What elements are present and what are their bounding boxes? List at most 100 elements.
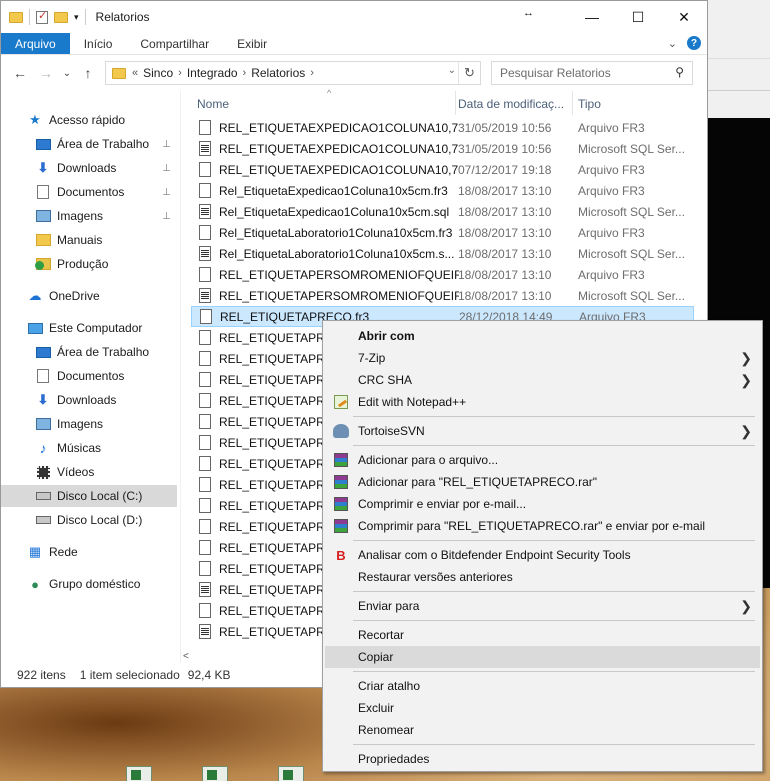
minimize-button[interactable]: — bbox=[569, 1, 615, 33]
file-icon bbox=[199, 540, 211, 555]
column-date[interactable]: Data de modificaç... bbox=[458, 97, 564, 111]
menu-item-label: Adicionar para "REL_ETIQUETAPRECO.rar" bbox=[358, 475, 598, 489]
menu-item-tortoisesvn[interactable]: TortoiseSVN ❯ bbox=[325, 420, 760, 442]
sidebar-item[interactable]: Manuais bbox=[1, 229, 177, 251]
menu-separator bbox=[353, 671, 755, 672]
new-folder-icon[interactable] bbox=[54, 11, 68, 23]
sidebar-item[interactable]: Imagens bbox=[1, 413, 177, 435]
chevron-right-icon[interactable]: › bbox=[310, 67, 314, 79]
winrar-icon bbox=[333, 474, 349, 490]
menu-separator bbox=[353, 540, 755, 541]
desktop-file-icon[interactable] bbox=[126, 766, 152, 781]
pin-icon: ⊥ bbox=[162, 138, 171, 150]
sidebar-item[interactable]: Disco Local (C:) bbox=[1, 485, 177, 507]
sidebar-item[interactable]: Imagens ⊥ bbox=[1, 205, 177, 227]
sidebar-item[interactable]: Área de Trabalho ⊥ bbox=[1, 133, 177, 155]
sidebar-item[interactable]: ▦ Rede bbox=[1, 541, 177, 563]
file-row[interactable]: Rel_EtiquetaExpedicao1Coluna10x5cm.fr3 18… bbox=[191, 180, 694, 201]
menu-item-edit-with-notepad[interactable]: Edit with Notepad++ bbox=[325, 391, 760, 413]
customize-dropdown-icon[interactable]: ▾ bbox=[74, 12, 79, 23]
sidebar-item-label: Área de Trabalho bbox=[57, 137, 150, 151]
selection-size: 92,4 KB bbox=[187, 668, 231, 682]
menu-item-comprimir-para-rel-etiquetapreco-rar-e-e[interactable]: Comprimir para "REL_ETIQUETAPRECO.rar" e… bbox=[325, 515, 760, 537]
sql-file-icon bbox=[199, 582, 211, 597]
refresh-button[interactable]: ↻ bbox=[458, 62, 480, 84]
breadcrumb-integrado[interactable]: Integrado bbox=[182, 66, 243, 80]
column-name[interactable]: Nome bbox=[197, 97, 229, 111]
scroll-left-icon[interactable]: < bbox=[183, 651, 189, 662]
breadcrumb-relatorios[interactable]: Relatorios bbox=[246, 66, 310, 80]
menu-item-abrir-com[interactable]: Abrir com bbox=[325, 325, 760, 347]
selection-count: 1 item selecionado bbox=[79, 668, 180, 682]
file-icon bbox=[199, 456, 211, 471]
menu-item-crc-sha[interactable]: CRC SHA ❯ bbox=[325, 369, 760, 391]
address-dropdown-icon[interactable]: ⌄ bbox=[448, 65, 456, 76]
music-icon: ♪ bbox=[39, 440, 47, 456]
menu-item-adicionar-para-o-arquivo[interactable]: Adicionar para o arquivo... bbox=[325, 449, 760, 471]
sidebar-item[interactable]: ⬇ Downloads ⊥ bbox=[1, 157, 177, 179]
desktop-file-icon[interactable] bbox=[278, 766, 304, 781]
address-bar[interactable]: « Sinco › Integrado › Relatorios › ⌄ ↻ bbox=[105, 61, 481, 85]
search-icon[interactable]: ⚲ bbox=[675, 65, 684, 79]
menu-item-renomear[interactable]: Renomear bbox=[325, 719, 760, 741]
menu-item-restaurar-vers-es-anteriores[interactable]: Restaurar versões anteriores bbox=[325, 566, 760, 588]
sidebar-item[interactable]: Área de Trabalho bbox=[1, 341, 177, 363]
title-bar[interactable]: ▾ Relatorios ↔ — ☐ ✕ bbox=[1, 1, 707, 33]
menu-item-recortar[interactable]: Recortar bbox=[325, 624, 760, 646]
sidebar-item[interactable]: ☁ OneDrive bbox=[1, 285, 177, 307]
sidebar-item[interactable]: Disco Local (D:) bbox=[1, 509, 177, 531]
menu-item-enviar-para[interactable]: Enviar para ❯ bbox=[325, 595, 760, 617]
recent-locations-button[interactable]: ⌄ bbox=[61, 62, 73, 84]
sidebar-item[interactable]: ⬇ Downloads bbox=[1, 389, 177, 411]
forward-button[interactable]: → bbox=[35, 62, 57, 84]
search-input[interactable]: Pesquisar Relatorios ⚲ bbox=[491, 61, 693, 85]
file-icon bbox=[199, 267, 211, 282]
file-icon bbox=[199, 477, 211, 492]
menu-item-propriedades[interactable]: Propriedades bbox=[325, 748, 760, 770]
menu-item-label: Analisar com o Bitdefender Endpoint Secu… bbox=[358, 548, 631, 562]
breadcrumb-sinco[interactable]: Sinco bbox=[138, 66, 178, 80]
sidebar-item[interactable]: ♪ Músicas bbox=[1, 437, 177, 459]
maximize-button[interactable]: ☐ bbox=[615, 1, 661, 33]
sidebar-item[interactable]: Este Computador bbox=[1, 317, 177, 339]
close-button[interactable]: ✕ bbox=[661, 1, 707, 33]
sidebar-item[interactable]: Documentos bbox=[1, 365, 177, 387]
expand-ribbon-icon[interactable]: ⌄ bbox=[668, 37, 677, 50]
desktop-file-icon[interactable] bbox=[202, 766, 228, 781]
menu-item-copiar[interactable]: Copiar bbox=[325, 646, 760, 668]
file-row[interactable]: Rel_EtiquetaLaboratorio1Coluna10x5cm.s..… bbox=[191, 243, 694, 264]
up-button[interactable]: ↑ bbox=[77, 62, 99, 84]
menu-item-analisar-com-o-bitdefender-endpoint-secu[interactable]: B Analisar com o Bitdefender Endpoint Sec… bbox=[325, 544, 760, 566]
menu-item-excluir[interactable]: Excluir bbox=[325, 697, 760, 719]
file-row[interactable]: REL_ETIQUETAEXPEDICAO1COLUNA10,7... 31/05… bbox=[191, 138, 694, 159]
sidebar-item[interactable]: Produção bbox=[1, 253, 177, 275]
column-type[interactable]: Tipo bbox=[578, 97, 601, 111]
tab-arquivo[interactable]: Arquivo bbox=[1, 33, 70, 54]
resize-cursor-icon: ↔ bbox=[523, 7, 534, 19]
sql-file-icon bbox=[199, 204, 211, 219]
file-row[interactable]: Rel_EtiquetaExpedicao1Coluna10x5cm.sql 18… bbox=[191, 201, 694, 222]
file-row[interactable]: REL_ETIQUETAEXPEDICAO1COLUNA10,7... 07/12… bbox=[191, 159, 694, 180]
file-row[interactable]: REL_ETIQUETAEXPEDICAO1COLUNA10,7... 31/05… bbox=[191, 117, 694, 138]
sidebar-item[interactable]: Documentos ⊥ bbox=[1, 181, 177, 203]
file-name: REL_ETIQUETAPERSOMROMENIOFQUEIR... bbox=[219, 288, 459, 303]
sidebar-item[interactable]: Vídeos bbox=[1, 461, 177, 483]
tab-inicio[interactable]: Início bbox=[70, 33, 127, 54]
file-row[interactable]: Rel_EtiquetaLaboratorio1Coluna10x5cm.fr3… bbox=[191, 222, 694, 243]
menu-item-comprimir-e-enviar-por-e-mail[interactable]: Comprimir e enviar por e-mail... bbox=[325, 493, 760, 515]
file-date: 31/05/2019 10:56 bbox=[458, 141, 552, 156]
tab-compartilhar[interactable]: Compartilhar bbox=[126, 33, 223, 54]
help-icon[interactable]: ? bbox=[687, 36, 701, 50]
file-row[interactable]: REL_ETIQUETAPERSOMROMENIOFQUEIR... 18/08/… bbox=[191, 285, 694, 306]
menu-item-7-zip[interactable]: 7-Zip ❯ bbox=[325, 347, 760, 369]
horizontal-scrollbar[interactable]: < bbox=[183, 649, 323, 663]
properties-icon[interactable] bbox=[36, 9, 48, 24]
sidebar-item[interactable]: ★ Acesso rápido bbox=[1, 109, 177, 131]
file-row[interactable]: REL_ETIQUETAPERSOMROMENIOFQUEIR... 18/08/… bbox=[191, 264, 694, 285]
menu-item-adicionar-para-rel-etiquetapreco-rar[interactable]: Adicionar para "REL_ETIQUETAPRECO.rar" bbox=[325, 471, 760, 493]
back-button[interactable]: ← bbox=[9, 62, 31, 84]
tab-exibir[interactable]: Exibir bbox=[223, 33, 281, 54]
menu-item-criar-atalho[interactable]: Criar atalho bbox=[325, 675, 760, 697]
navigation-bar: ← → ⌄ ↑ « Sinco › Integrado › Relatorios… bbox=[1, 55, 707, 91]
sidebar-item[interactable]: ● Grupo doméstico bbox=[1, 573, 177, 595]
